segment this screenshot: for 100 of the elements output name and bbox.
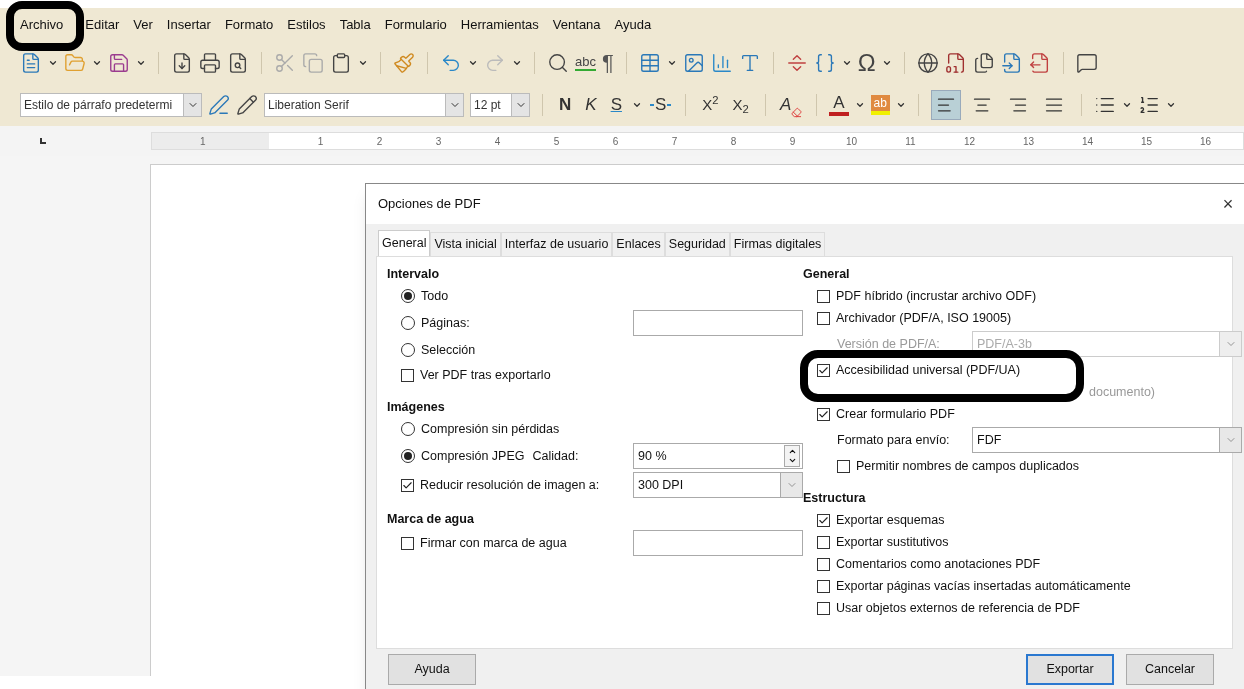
paste-icon[interactable] [330, 52, 352, 74]
option-label[interactable]: Reducir resolución de imagen a: [420, 475, 600, 495]
hyperlink-icon[interactable] [916, 52, 939, 74]
option-label[interactable]: Todo [421, 286, 449, 306]
eraser-icon[interactable] [791, 106, 803, 118]
bookmark-icon[interactable] [1000, 52, 1023, 74]
caret-icon[interactable] [136, 58, 146, 68]
spin-field[interactable]: 90 % [633, 443, 803, 469]
checkbox[interactable] [817, 289, 830, 303]
radio-button[interactable] [401, 422, 415, 436]
caret-icon[interactable] [841, 58, 852, 68]
tab[interactable]: Vista inicial [430, 232, 501, 256]
tab[interactable]: Enlaces [612, 232, 665, 256]
option-label[interactable]: Exportar sustitutivos [836, 532, 949, 552]
checkbox[interactable] [401, 368, 414, 382]
dialog-button[interactable]: Ayuda [388, 653, 476, 685]
ruler[interactable]: 1 1 2 3 4 5 6 7 8 9 10 11 12 13 14 15 16 [151, 132, 1244, 150]
comment-icon[interactable] [1075, 52, 1098, 74]
text-field[interactable] [633, 530, 803, 556]
caret-icon[interactable] [1121, 100, 1132, 110]
table-icon[interactable] [638, 52, 661, 74]
decrement-icon[interactable] [787, 456, 797, 465]
option-label[interactable]: Exportar esquemas [836, 510, 945, 530]
caret-icon[interactable] [92, 58, 102, 68]
index-icon[interactable] [972, 52, 995, 74]
caret-icon[interactable] [48, 58, 58, 68]
new-style-icon[interactable] [236, 94, 258, 116]
tab-stop-icon[interactable] [40, 138, 46, 144]
clear-formatting-button[interactable]: A [777, 92, 805, 118]
undo-icon[interactable] [440, 52, 462, 74]
option-label[interactable]: Archivador (PDF/A, ISO 19005) [836, 308, 1012, 328]
chart-icon[interactable] [710, 52, 733, 74]
checkbox[interactable] [817, 407, 830, 421]
menu-item[interactable]: Archivo [20, 15, 64, 35]
increment-icon[interactable] [787, 447, 797, 456]
dialog-button[interactable]: Exportar [1026, 653, 1114, 685]
menu-item[interactable]: Estilos [287, 15, 326, 35]
menu-item[interactable]: Insertar [166, 15, 211, 35]
option-label[interactable]: PDF híbrido (incrustar archivo ODF) [836, 286, 1037, 306]
text-field[interactable] [633, 310, 803, 336]
menu-item[interactable]: Formulario [384, 15, 447, 35]
caret-icon[interactable] [854, 100, 865, 110]
numbered-list-icon[interactable] [1137, 94, 1160, 116]
subscript-button[interactable]: X$_{2}$ [728, 93, 753, 117]
option-label[interactable]: Permitir nombres de campos duplicados [856, 456, 1080, 476]
caret-icon[interactable] [895, 100, 906, 110]
menu-item[interactable]: Ver [133, 15, 153, 35]
checkbox[interactable] [817, 363, 830, 377]
radio-button[interactable] [401, 449, 415, 463]
option-label[interactable]: Firmar con marca de agua [420, 533, 567, 553]
caret-icon[interactable] [468, 58, 478, 68]
option-label[interactable]: Crear formulario PDF [836, 404, 955, 424]
caret-icon[interactable] [666, 58, 677, 68]
menu-item[interactable]: Editar [85, 15, 120, 35]
font-name-field[interactable]: Liberation Serif [264, 93, 464, 117]
checkbox[interactable] [817, 579, 830, 593]
checkbox[interactable] [817, 311, 830, 325]
option-label[interactable]: Accesibilidad universal (PDF/UA) [836, 360, 1021, 380]
paragraph-style-field[interactable]: Estilo de párrafo predetermi [20, 93, 202, 117]
find-replace-icon[interactable] [547, 52, 569, 74]
checkbox[interactable] [817, 601, 830, 615]
checkbox[interactable] [817, 535, 830, 549]
special-character-icon[interactable]: Ω [857, 51, 876, 75]
font-size-field[interactable]: 12 pt [470, 93, 530, 117]
caret-icon[interactable] [631, 100, 642, 110]
checkbox[interactable] [817, 557, 830, 571]
option-label[interactable]: Ver PDF tras exportarlo [420, 365, 551, 385]
page-break-icon[interactable] [785, 52, 808, 74]
menu-item[interactable]: Ventana [552, 15, 601, 35]
option-label[interactable]: Selección [421, 340, 476, 360]
menu-item[interactable]: Ayuda [614, 15, 652, 35]
menu-item[interactable]: Formato [224, 15, 274, 35]
export-pdf-icon[interactable] [171, 52, 193, 74]
option-label[interactable]: Usar objetos externos de referencia de PDF [836, 598, 1080, 618]
cross-reference-icon[interactable] [1028, 52, 1051, 74]
option-label[interactable]: Compresión JPEG [421, 446, 525, 466]
update-style-icon[interactable] [208, 94, 230, 116]
font-color-button[interactable]: A [829, 94, 849, 116]
radio-button[interactable] [401, 289, 415, 303]
print-preview-icon[interactable] [227, 52, 249, 74]
tab[interactable]: Firmas digitales [729, 232, 826, 256]
close-button[interactable]: × [1218, 190, 1238, 218]
radio-button[interactable] [401, 316, 415, 330]
caret-icon[interactable] [358, 58, 368, 68]
caret-icon[interactable] [1165, 100, 1176, 110]
radio-button[interactable] [401, 343, 415, 357]
underline-button[interactable]: S [606, 92, 626, 118]
checkbox[interactable] [401, 536, 414, 550]
checkbox[interactable] [837, 459, 850, 473]
checkbox[interactable] [401, 478, 414, 492]
menu-item[interactable]: Herramientas [460, 15, 539, 35]
italic-button[interactable]: K [581, 92, 601, 118]
bold-button[interactable]: N [555, 92, 576, 118]
tab[interactable]: General [378, 230, 431, 256]
footnote-icon[interactable] [944, 52, 967, 74]
option-label[interactable]: Exportar páginas vacías insertadas automáticamente [836, 576, 1131, 596]
field-icon[interactable] [813, 52, 836, 74]
image-icon[interactable] [682, 52, 705, 74]
save-icon[interactable] [108, 52, 130, 74]
option-label[interactable]: Compresión sin pérdidas [421, 419, 560, 439]
